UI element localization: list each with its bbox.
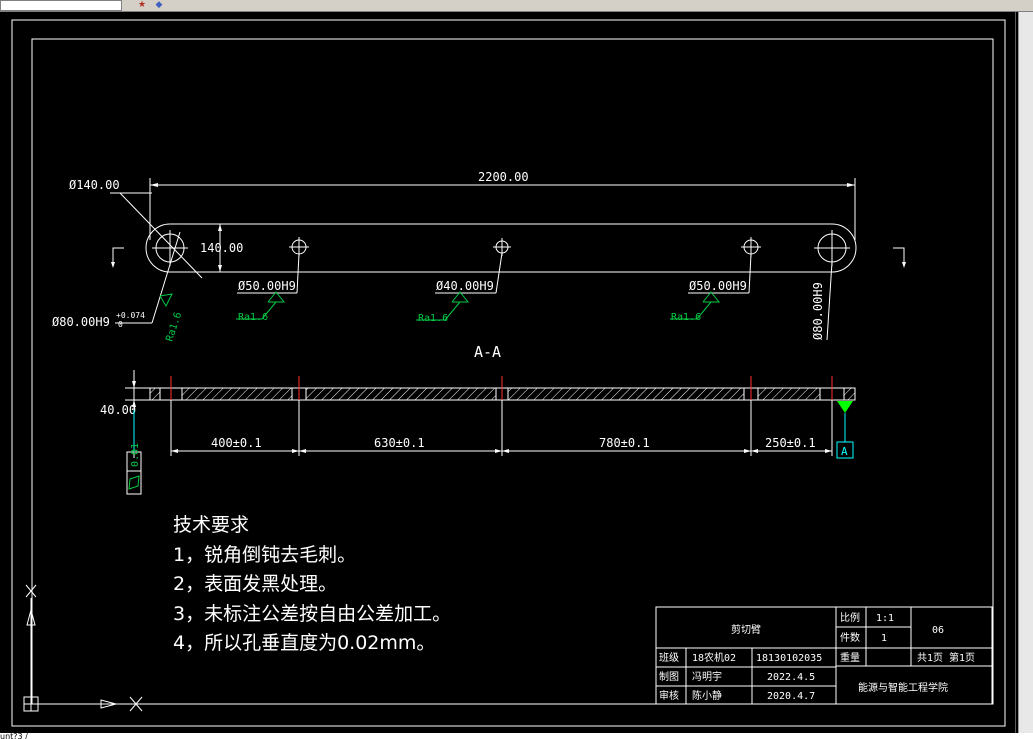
roughness-label-3: Ra1.6 — [671, 312, 701, 323]
tech-req-item: 2，表面发黑处理。 — [173, 573, 338, 595]
section-dim-1: 400±0.1 — [211, 436, 262, 450]
scale-label: 比例 — [840, 611, 860, 624]
end-diameter-dim: Ø140.00 — [69, 178, 120, 192]
class-value: 18农机02 — [692, 651, 736, 664]
roughness-label-1: Ra1.6 — [238, 312, 268, 323]
tech-req-item: 3，未标注公差按自由公差加工。 — [173, 602, 452, 625]
tech-req-title: 技术要求 — [173, 514, 250, 536]
command-line[interactable]: unt?3 / — [0, 733, 1033, 739]
section-dim-4: 250±0.1 — [765, 436, 816, 450]
drawing-canvas[interactable]: 2200.00 Ø140.00 140.00 Ø80.00H9 +0.074 0… — [0, 0, 1033, 739]
hole-left-tol-upper: +0.074 — [116, 311, 145, 320]
hole-right-dim: Ø80.00H9 — [811, 282, 825, 340]
tech-req-item: 1，锐角倒钝去毛刺。 — [173, 543, 357, 566]
hole-left-dim: Ø80.00H9 — [52, 315, 110, 329]
top-view — [110, 178, 905, 341]
hole-left-tol-lower: 0 — [118, 320, 123, 329]
scale-value: 1:1 — [876, 613, 894, 624]
checked-label: 审核 — [659, 689, 679, 702]
hole-3-dim: Ø40.00H9 — [436, 279, 494, 293]
dimension-arrows — [111, 183, 906, 272]
datum-a-label: A — [841, 445, 848, 458]
hole-4-dim: Ø50.00H9 — [689, 279, 747, 293]
flatness-value: 0.01 — [130, 443, 141, 467]
class-label: 班级 — [659, 652, 679, 664]
drawing-number: 06 — [932, 625, 944, 636]
part-name: 剪切臂 — [731, 623, 761, 636]
roughness-label-2: Ra1.6 — [418, 313, 448, 324]
technical-requirements: 技术要求 1，锐角倒钝去毛刺。 2，表面发黑处理。 3，未标注公差按自由公差加工… — [173, 511, 451, 659]
roughness-label-4: Ra1.6 — [164, 311, 184, 343]
hole-2-dim: Ø50.00H9 — [238, 279, 296, 293]
checked-date: 2020.4.7 — [767, 691, 815, 702]
checked-name: 陈小静 — [692, 689, 722, 702]
thickness-dim: 40.00 — [100, 403, 136, 417]
school-name: 能源与智能工程学院 — [858, 681, 948, 694]
drawn-name: 冯明宇 — [692, 670, 722, 683]
width-dim: 140.00 — [200, 241, 243, 255]
ucs-icon — [23, 584, 143, 712]
drawn-date: 2022.4.5 — [767, 672, 815, 683]
overall-length-dim: 2200.00 — [478, 170, 529, 184]
section-title: A-A — [474, 343, 501, 361]
section-dim-3: 780±0.1 — [599, 436, 650, 450]
drawn-label: 制图 — [659, 670, 679, 683]
qty-label: 件数 — [840, 631, 860, 644]
qty-value: 1 — [881, 633, 887, 644]
section-dim-2: 630±0.1 — [374, 436, 425, 450]
weight-label: 重量 — [840, 651, 860, 664]
tech-req-item: 4，所以孔垂直度为0.02mm。 — [173, 632, 436, 654]
student-id: 18130102035 — [756, 653, 822, 664]
pages-label: 共1页 第1页 — [917, 651, 975, 664]
